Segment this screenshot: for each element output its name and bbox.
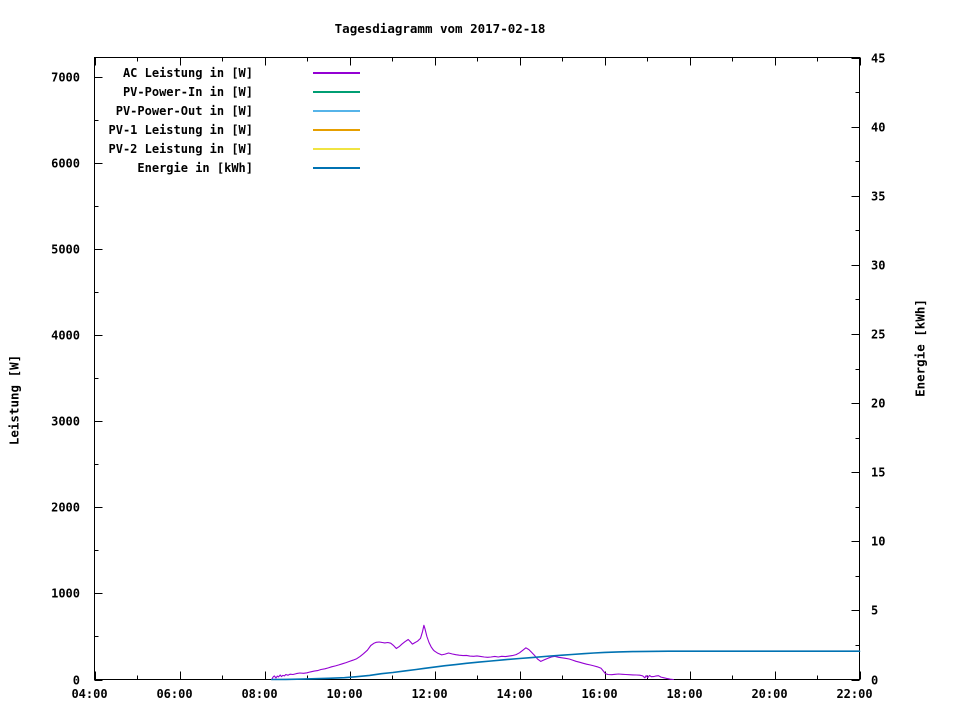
legend-entry: PV-Power-In in [W] <box>53 82 360 101</box>
y-right-tick-label: 5 <box>871 604 878 618</box>
x-tick-label: 10:00 <box>326 687 362 701</box>
y-right-tick-label: 30 <box>871 259 885 273</box>
y-axis-label-left: Leistung [W] <box>6 354 22 446</box>
y-left-tick-label: 3000 <box>51 415 80 429</box>
legend-line-sample <box>313 147 360 150</box>
legend-label: PV-2 Leistung in [W] <box>108 141 254 156</box>
legend-entry: PV-2 Leistung in [W] <box>53 139 360 158</box>
y-right-tick-label: 25 <box>871 328 885 342</box>
x-tick-label: 18:00 <box>666 687 702 701</box>
x-tick-label: 20:00 <box>751 687 787 701</box>
y-right-tick-label: 45 <box>871 52 885 66</box>
y-right-tick-label: 35 <box>871 190 885 204</box>
y-right-tick-label: 40 <box>871 121 885 135</box>
legend-entry: PV-Power-Out in [W] <box>53 101 360 120</box>
legend-line-sample <box>313 71 360 74</box>
legend-label: PV-Power-Out in [W] <box>115 103 253 118</box>
y-left-tick-label: 0 <box>73 674 80 688</box>
x-tick-label: 14:00 <box>496 687 532 701</box>
y-left-tick-label: 5000 <box>51 243 80 257</box>
series-line-energie-in-kwh- <box>270 650 861 681</box>
legend-line-sample <box>313 90 360 93</box>
x-tick-label: 04:00 <box>71 687 107 701</box>
y-right-tick-label: 15 <box>871 466 885 480</box>
y-left-tick-label: 4000 <box>51 329 80 343</box>
x-tick-label: 08:00 <box>241 687 277 701</box>
y-axis-label-right: Energie [kWh] <box>912 299 928 397</box>
x-tick-label: 12:00 <box>411 687 447 701</box>
y-left-tick-label: 1000 <box>51 587 80 601</box>
legend-entry: AC Leistung in [W] <box>53 63 360 82</box>
legend-entry: PV-1 Leistung in [W] <box>53 120 360 139</box>
legend-line-sample <box>313 109 360 112</box>
chart-title: Tagesdiagramm vom 2017-02-18 <box>334 21 546 36</box>
legend-entry: Energie in [kWh] <box>53 158 360 177</box>
y-right-tick-label: 10 <box>871 535 885 549</box>
x-tick-label: 16:00 <box>581 687 617 701</box>
legend-line-sample <box>313 128 360 131</box>
legend-label: PV-1 Leistung in [W] <box>108 122 254 137</box>
legend-label: AC Leistung in [W] <box>122 65 253 80</box>
legend-label: PV-Power-In in [W] <box>122 84 253 99</box>
legend-line-sample <box>313 166 360 169</box>
x-tick-label: 22:00 <box>836 687 872 701</box>
chart-canvas: 04:00 06:00 08:00 10:00 12:00 14:00 16:00 18:00… <box>0 0 960 720</box>
y-right-tick-label: 0 <box>871 674 878 688</box>
legend: AC Leistung in [W] PV-Power-In in [W] PV-P… <box>53 63 360 177</box>
legend-label: Energie in [kWh] <box>137 160 253 175</box>
x-tick-label: 06:00 <box>156 687 192 701</box>
y-right-tick-label: 20 <box>871 397 885 411</box>
y-left-tick-label: 2000 <box>51 501 80 515</box>
